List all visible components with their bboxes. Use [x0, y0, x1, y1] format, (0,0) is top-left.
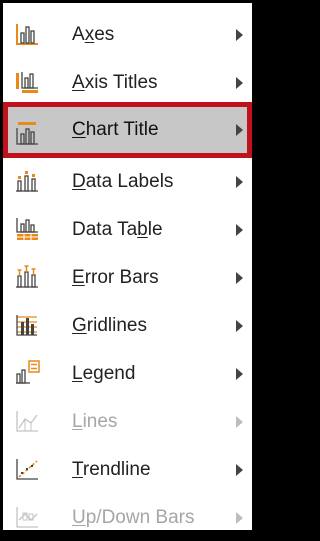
chart-title-icon	[14, 120, 40, 146]
menu-item-label: Legend	[72, 362, 136, 384]
menu-item-label: Lines	[72, 410, 118, 432]
legend-icon	[14, 360, 40, 386]
menu-item-label: Data Table	[72, 218, 163, 240]
submenu-arrow-icon	[236, 464, 243, 476]
submenu-arrow-icon	[236, 77, 243, 89]
menu-item-lines: Lines	[3, 398, 252, 445]
submenu-arrow-icon	[236, 29, 243, 41]
menu-item-label: Chart Title	[72, 119, 159, 140]
submenu-arrow-icon	[236, 416, 243, 428]
menu-item-label: Error Bars	[72, 266, 159, 288]
data-table-icon	[14, 216, 40, 242]
up-down-bars-icon	[14, 504, 40, 530]
submenu-arrow-icon	[236, 224, 243, 236]
menu-item-label: Axis Titles	[72, 71, 158, 93]
menu-item-label: Up/Down Bars	[72, 506, 195, 528]
menu-item-axis-titles[interactable]: Axis Titles	[3, 59, 252, 106]
menu-item-label: Gridlines	[72, 314, 147, 336]
axis-titles-icon	[14, 69, 40, 95]
menu-item-trendline[interactable]: Trendline	[3, 446, 252, 493]
menu-item-data-table[interactable]: Data Table	[3, 206, 252, 253]
submenu-arrow-icon	[236, 124, 243, 136]
submenu-arrow-icon	[236, 320, 243, 332]
chart-elements-menu: Axes Axis Titles Chart Title Data Labels…	[3, 3, 252, 530]
menu-item-label: Data Labels	[72, 170, 174, 192]
menu-item-axes[interactable]: Axes	[3, 11, 252, 58]
menu-item-data-labels[interactable]: Data Labels	[3, 158, 252, 205]
menu-item-chart-title[interactable]: Chart Title	[3, 102, 252, 158]
menu-item-label: Trendline	[72, 458, 151, 480]
menu-item-legend[interactable]: Legend	[3, 350, 252, 397]
submenu-arrow-icon	[236, 512, 243, 524]
submenu-arrow-icon	[236, 176, 243, 188]
trendline-icon	[14, 456, 40, 482]
error-bars-icon	[14, 264, 40, 290]
gridlines-icon	[14, 312, 40, 338]
menu-item-gridlines[interactable]: Gridlines	[3, 302, 252, 349]
lines-icon	[14, 408, 40, 434]
data-labels-icon	[14, 168, 40, 194]
menu-item-error-bars[interactable]: Error Bars	[3, 254, 252, 301]
menu-item-label: Axes	[72, 23, 115, 45]
menu-item-up-down-bars: Up/Down Bars	[3, 494, 252, 541]
submenu-arrow-icon	[236, 368, 243, 380]
submenu-arrow-icon	[236, 272, 243, 284]
axes-icon	[14, 21, 40, 47]
